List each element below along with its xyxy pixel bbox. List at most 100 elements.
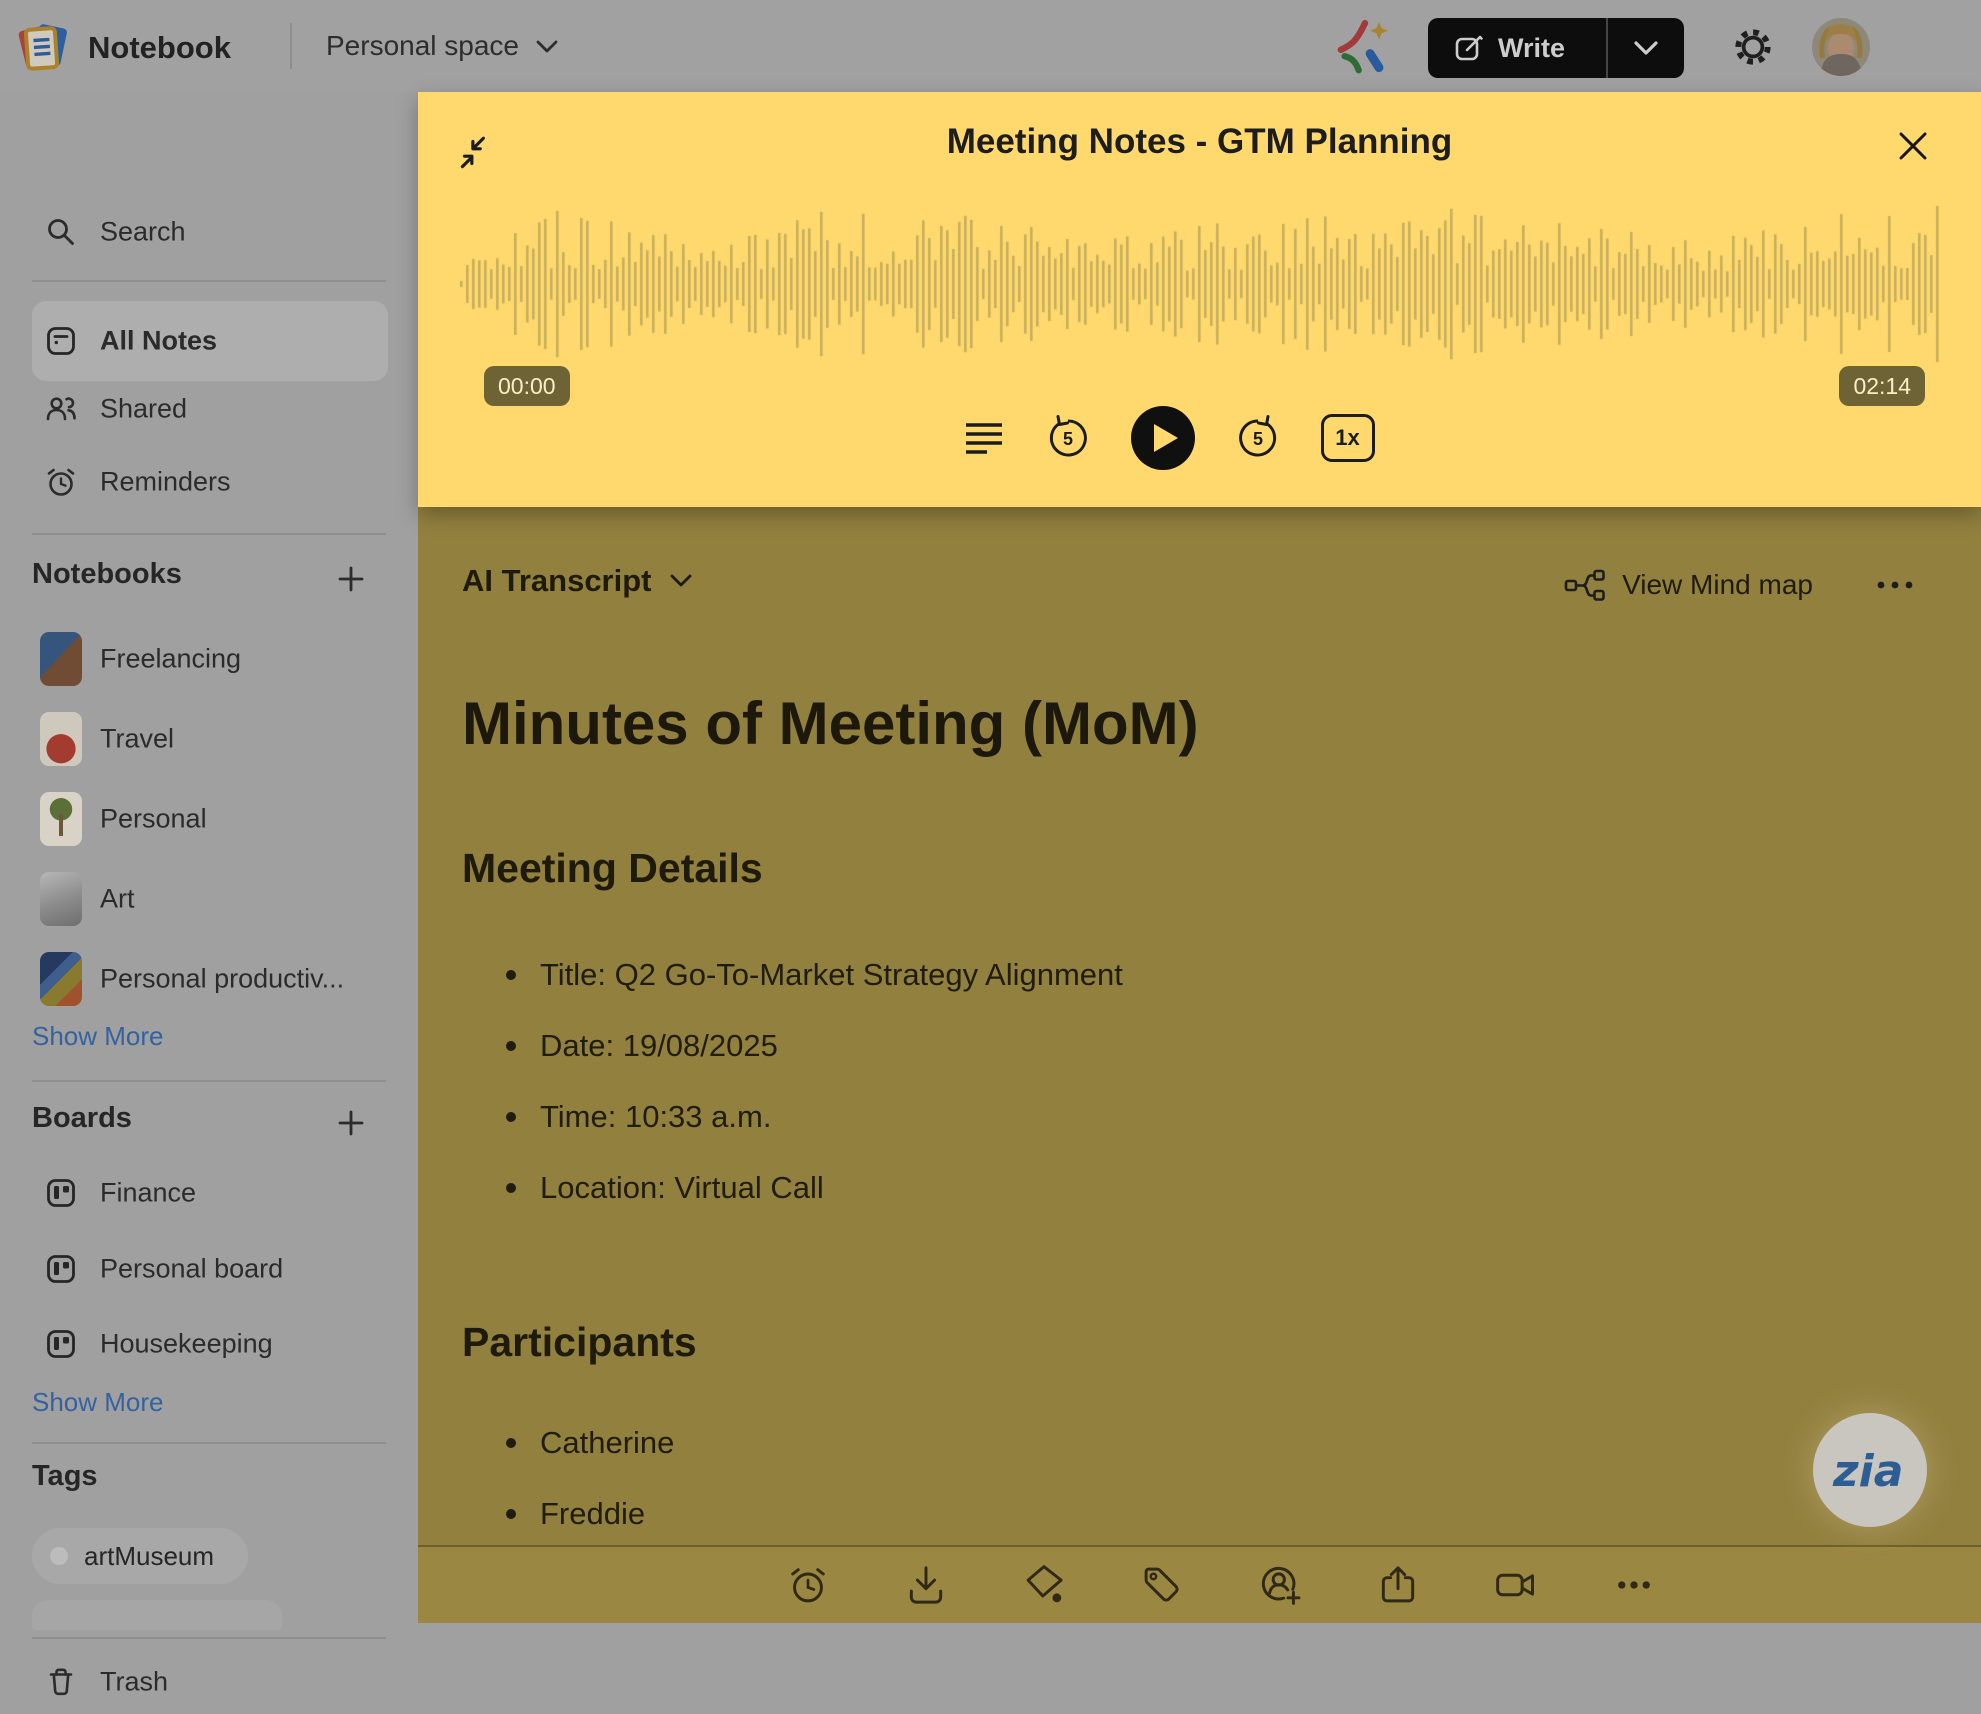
add-collaborator-icon[interactable] [1258, 1563, 1302, 1607]
more-options-icon[interactable] [1875, 580, 1915, 590]
write-label: Write [1498, 33, 1565, 64]
board-icon [44, 1327, 78, 1361]
list-item: Freddie [462, 1478, 674, 1549]
settings-gear-icon[interactable] [1729, 23, 1777, 71]
download-icon[interactable] [904, 1563, 948, 1607]
list-item: Catherine [462, 1407, 674, 1478]
notebook-item-personal-productivity[interactable]: Personal productiv... [0, 939, 418, 1019]
add-notebook-button[interactable] [336, 564, 366, 594]
participants-list: Catherine Freddie [462, 1407, 674, 1549]
zia-assistant-button[interactable]: zia [1813, 1413, 1927, 1527]
zia-sparkle-icon[interactable] [1337, 18, 1393, 74]
topbar: Notebook Personal space Write [0, 0, 1981, 92]
forward-5-icon[interactable]: 5 [1235, 415, 1281, 461]
workspace-label: Personal space [326, 30, 519, 62]
note-title: Minutes of Meeting (MoM) [462, 689, 1199, 758]
notebook-logo-icon [12, 16, 72, 76]
boards-section-title: Boards [32, 1102, 132, 1135]
add-board-button[interactable] [336, 1108, 366, 1138]
chevron-down-icon [535, 39, 559, 54]
duration-badge: 02:14 [1839, 366, 1925, 406]
write-button-main[interactable]: Write [1428, 18, 1606, 78]
chevron-down-icon [1632, 40, 1660, 57]
all-notes-label: All Notes [100, 326, 217, 357]
list-item: Date: 19/08/2025 [462, 1010, 1123, 1081]
topbar-divider [290, 23, 292, 69]
board-label: Housekeeping [100, 1329, 273, 1360]
svg-text:zia: zia [1832, 1446, 1903, 1497]
elapsed-time-badge: 00:00 [484, 366, 570, 406]
player-title: Meeting Notes - GTM Planning [418, 122, 1981, 162]
sidebar-divider [32, 1442, 386, 1444]
section-heading-participants: Participants [462, 1319, 697, 1366]
svg-text:5: 5 [1062, 429, 1072, 449]
sidebar: Search All Notes Shared [0, 92, 418, 1623]
view-mindmap-link[interactable]: View Mind map [1622, 569, 1813, 601]
notebook-item-art[interactable]: Art [0, 859, 418, 939]
player-controls: 5 5 1x [387, 406, 1950, 470]
list-item: Location: Virtual Call [462, 1152, 1123, 1223]
notebook-cover [40, 872, 82, 926]
board-label: Personal board [100, 1254, 283, 1285]
notebook-label: Art [100, 884, 135, 915]
note-content-area: AI Transcript View Mind map Minutes of M… [418, 507, 1981, 1623]
search-label: Search [100, 217, 186, 248]
write-button[interactable]: Write [1428, 18, 1684, 78]
notebook-item-personal[interactable]: Personal [0, 779, 418, 859]
tags-section-title: Tags [32, 1460, 98, 1493]
board-icon [44, 1252, 78, 1286]
tag-dot-icon [50, 1547, 68, 1565]
notebook-cover [40, 792, 82, 846]
workspace-selector[interactable]: Personal space [326, 30, 559, 62]
boards-show-more[interactable]: Show More [32, 1387, 164, 1418]
transcript-lines-icon[interactable] [963, 420, 1005, 456]
notebooks-show-more[interactable]: Show More [32, 1021, 164, 1052]
playback-speed-button[interactable]: 1x [1321, 414, 1375, 462]
notebook-cover [40, 632, 82, 686]
sidebar-item-trash[interactable]: Trash [0, 1650, 418, 1714]
tag-pill-artmuseum[interactable]: artMuseum [32, 1528, 248, 1584]
board-item-personal-board[interactable]: Personal board [0, 1237, 418, 1301]
mind-map-icon[interactable] [1564, 567, 1606, 603]
pencil-square-icon [1454, 33, 1484, 63]
alarm-clock-icon [44, 465, 78, 499]
share-icon[interactable] [1376, 1563, 1420, 1607]
board-label: Finance [100, 1178, 196, 1209]
trash-label: Trash [100, 1667, 168, 1698]
trash-icon [44, 1665, 78, 1699]
tag-icon[interactable] [1140, 1563, 1184, 1607]
notebook-cover [40, 712, 82, 766]
notebook-label: Personal [100, 804, 207, 835]
shared-label: Shared [100, 394, 187, 425]
user-avatar[interactable] [1812, 18, 1870, 76]
board-item-finance[interactable]: Finance [0, 1161, 418, 1225]
notebook-item-travel[interactable]: Travel [0, 699, 418, 779]
rewind-5-icon[interactable]: 5 [1045, 415, 1091, 461]
transcript-mode-dropdown[interactable]: AI Transcript [462, 563, 694, 599]
video-camera-icon[interactable] [1494, 1563, 1538, 1607]
notebook-label: Freelancing [100, 644, 241, 675]
sidebar-item-reminders[interactable]: Reminders [0, 450, 418, 514]
close-icon[interactable] [1893, 126, 1933, 166]
tag-pill-partial[interactable] [32, 1600, 282, 1630]
sidebar-search[interactable]: Search [0, 200, 418, 264]
more-options-icon[interactable] [1612, 1563, 1656, 1607]
sidebar-item-all-notes[interactable]: All Notes [0, 309, 418, 373]
write-dropdown-button[interactable] [1608, 18, 1684, 78]
reminders-label: Reminders [100, 467, 231, 498]
reminder-alarm-icon[interactable] [786, 1563, 830, 1607]
section-heading-meeting-details: Meeting Details [462, 845, 763, 892]
note-color-icon[interactable] [1022, 1563, 1066, 1607]
meeting-details-list: Title: Q2 Go-To-Market Strategy Alignmen… [462, 939, 1123, 1223]
board-item-housekeeping[interactable]: Housekeeping [0, 1312, 418, 1376]
notebooks-section-title: Notebooks [32, 558, 182, 591]
notebook-item-freelancing[interactable]: Freelancing [0, 619, 418, 699]
play-button[interactable] [1131, 406, 1195, 470]
svg-text:5: 5 [1252, 429, 1262, 449]
chevron-down-icon [668, 573, 694, 589]
sidebar-divider [32, 1637, 386, 1639]
list-item: Title: Q2 Go-To-Market Strategy Alignmen… [462, 939, 1123, 1010]
list-item: Time: 10:33 a.m. [462, 1081, 1123, 1152]
audio-waveform[interactable] [458, 196, 1941, 372]
sidebar-item-shared[interactable]: Shared [0, 377, 418, 441]
